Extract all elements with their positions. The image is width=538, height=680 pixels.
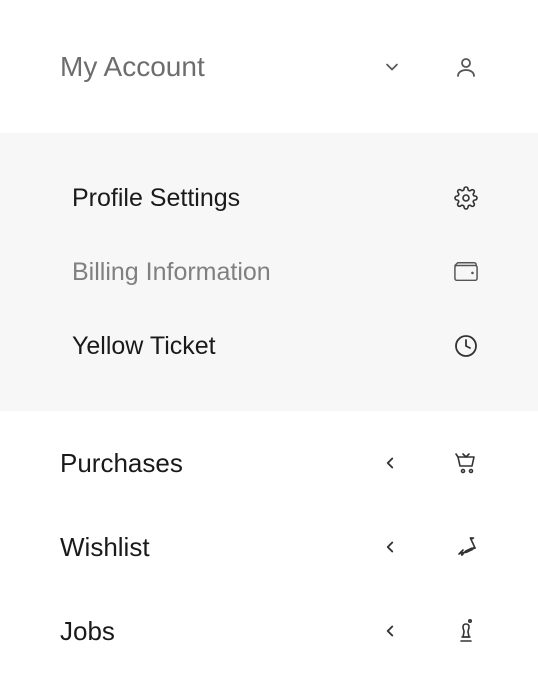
gear-icon xyxy=(454,186,478,210)
clock-icon xyxy=(454,334,478,358)
main-label: Jobs xyxy=(60,616,378,647)
main-label: Purchases xyxy=(60,448,378,479)
chevron-left-icon[interactable] xyxy=(378,619,402,643)
submenu-item-profile-settings[interactable]: Profile Settings xyxy=(0,161,538,235)
submenu-item-yellow-ticket[interactable]: Yellow Ticket xyxy=(0,309,538,383)
chevron-left-icon[interactable] xyxy=(378,451,402,475)
account-main-list: Purchases Wishlist xyxy=(0,411,538,673)
main-item-jobs[interactable]: Jobs xyxy=(0,589,538,673)
pin-icon xyxy=(454,535,478,559)
submenu-label: Billing Information xyxy=(72,258,454,287)
chess-piece-icon xyxy=(454,619,478,643)
account-submenu: Profile Settings Billing Information Yel… xyxy=(0,133,538,411)
chevron-down-icon[interactable] xyxy=(380,55,404,79)
main-row-icons xyxy=(378,619,478,643)
header-icons xyxy=(380,55,478,79)
submenu-item-billing-information[interactable]: Billing Information xyxy=(0,235,538,309)
user-icon[interactable] xyxy=(454,55,478,79)
main-row-icons xyxy=(378,451,478,475)
chevron-left-icon[interactable] xyxy=(378,535,402,559)
account-header[interactable]: My Account xyxy=(0,0,538,133)
account-title: My Account xyxy=(60,51,380,83)
cart-icon xyxy=(454,451,478,475)
main-row-icons xyxy=(378,535,478,559)
main-item-purchases[interactable]: Purchases xyxy=(0,421,538,505)
submenu-label: Yellow Ticket xyxy=(72,332,454,361)
submenu-label: Profile Settings xyxy=(72,184,454,213)
main-label: Wishlist xyxy=(60,532,378,563)
wallet-icon xyxy=(454,261,478,283)
main-item-wishlist[interactable]: Wishlist xyxy=(0,505,538,589)
